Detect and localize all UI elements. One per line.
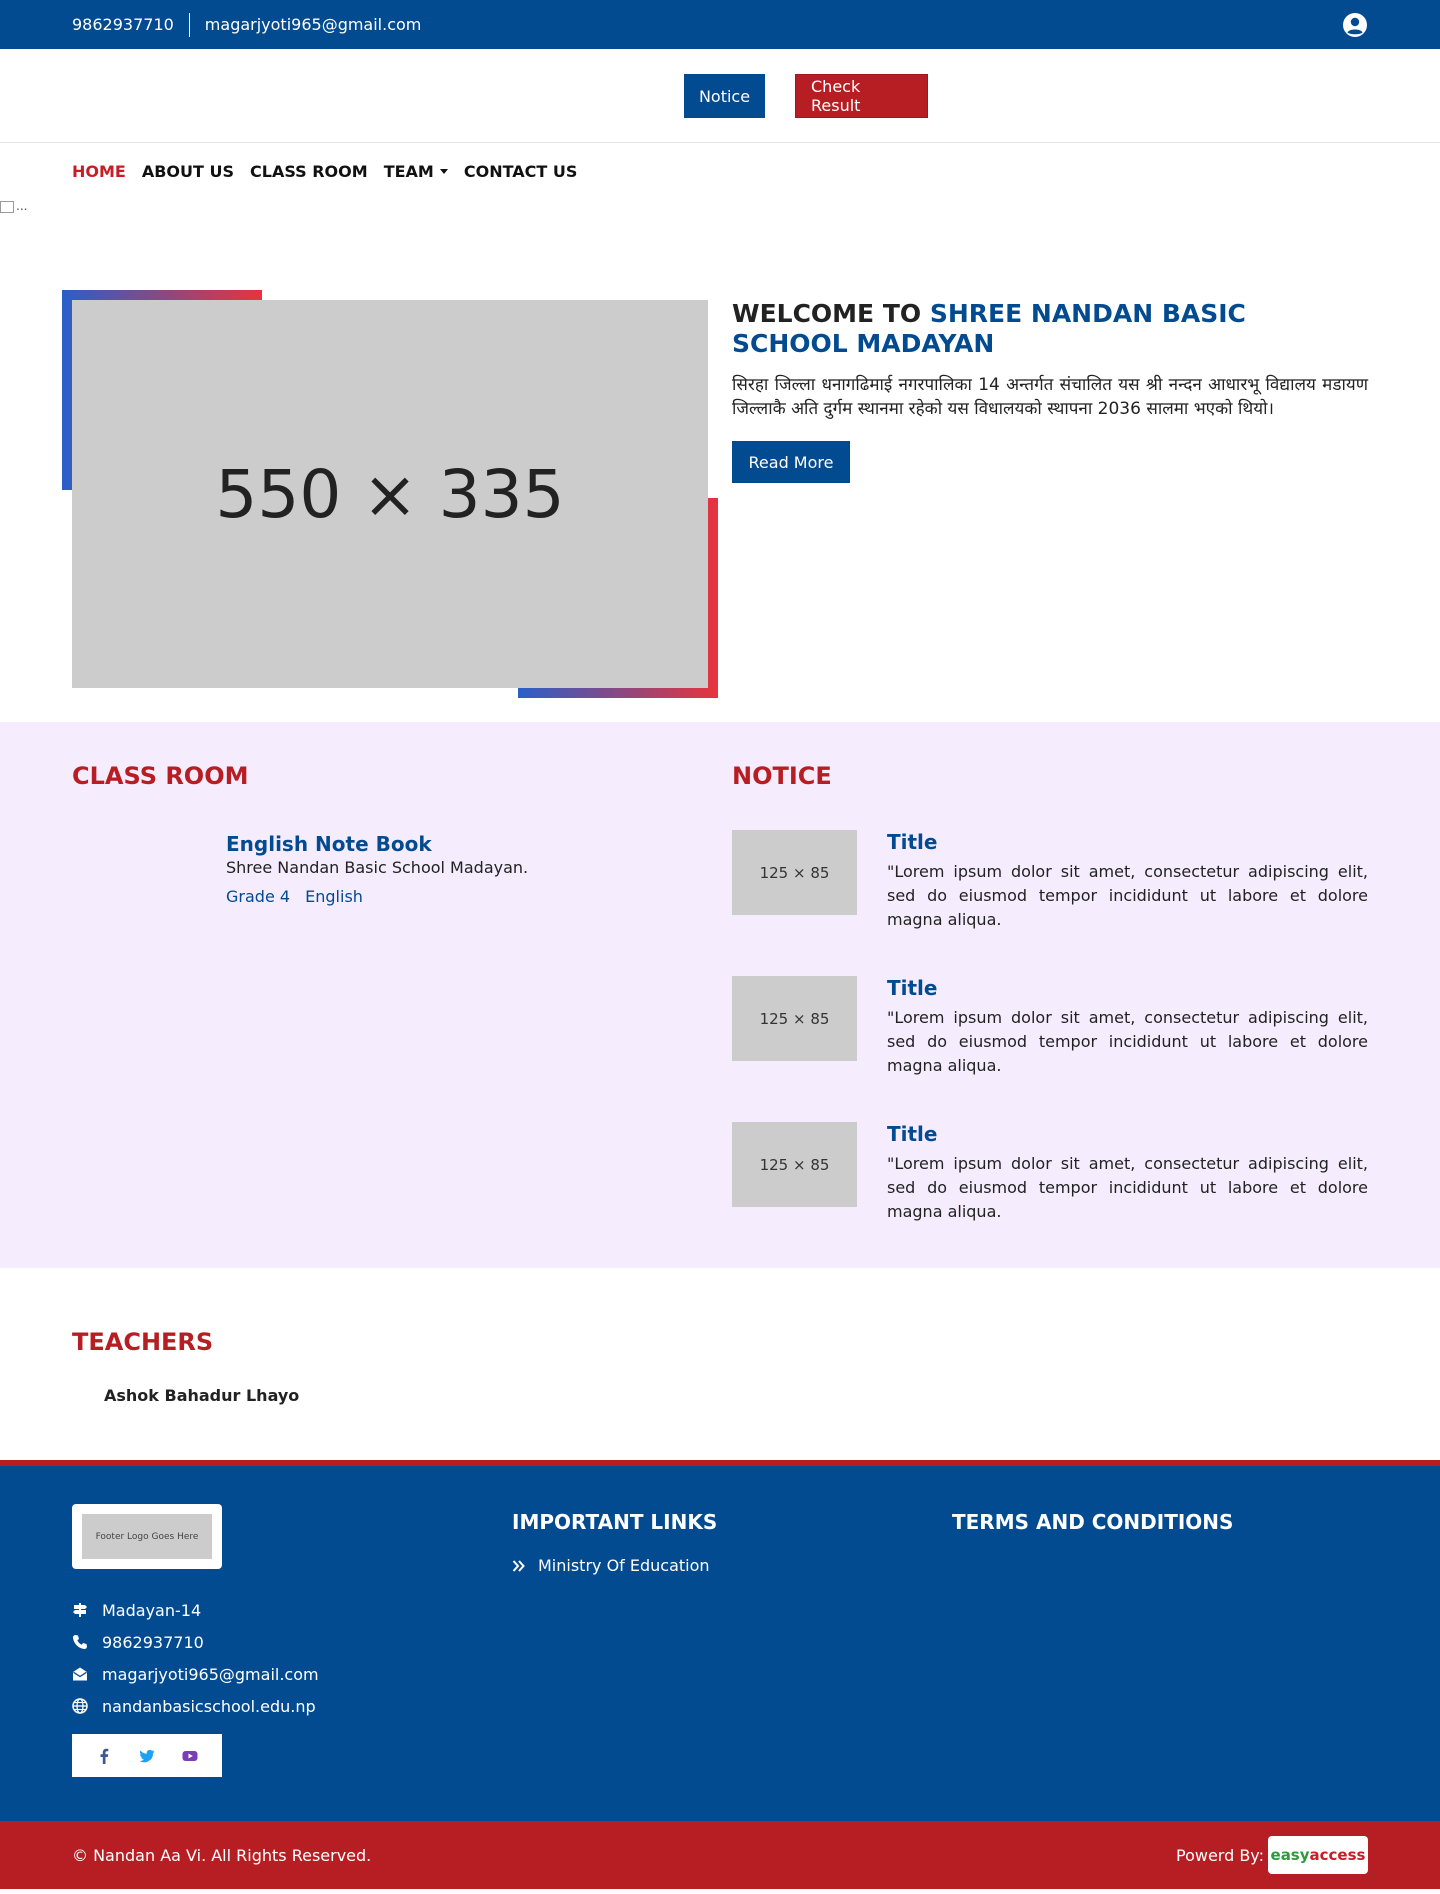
welcome-description: सिरहा जिल्ला धनागढिमाई नगरपालिका 14 अन्त… bbox=[732, 375, 1368, 419]
notice-thumbnail: 125 × 85 bbox=[732, 830, 857, 915]
classroom-subject-tag[interactable]: English bbox=[305, 887, 363, 906]
footer-contacts: Madayan-14 9862937710 magarjyoti965@gmai… bbox=[72, 1594, 319, 1722]
notice-body: Title "Lorem ipsum dolor sit amet, conse… bbox=[887, 830, 1368, 976]
welcome-title-prefix: WELCOME TO bbox=[732, 299, 922, 328]
nav-contact-us[interactable]: CONTACT US bbox=[464, 162, 578, 181]
notice-item-title[interactable]: Title bbox=[887, 830, 1368, 854]
twitter-icon[interactable] bbox=[139, 1748, 155, 1764]
easy-access-logo[interactable]: easy access bbox=[1268, 1836, 1368, 1874]
footer-logo-placeholder: Footer Logo Goes Here bbox=[82, 1514, 212, 1559]
main-nav: HOME ABOUT US CLASS ROOM TEAM CONTACT US bbox=[0, 143, 1440, 199]
copyright: © Nandan Aa Vi. All Rights Reserved. bbox=[72, 1845, 372, 1865]
classroom-grade-tag[interactable]: Grade 4 bbox=[226, 887, 290, 906]
welcome-text: WELCOME TO SHREE NANDAN BASIC SCHOOL MAD… bbox=[732, 299, 1368, 483]
notice-thumbnail: 125 × 85 bbox=[732, 1122, 857, 1207]
footer-phone-row: 9862937710 bbox=[72, 1626, 319, 1658]
notice-body: Title "Lorem ipsum dolor sit amet, conse… bbox=[887, 1122, 1368, 1268]
nav-team[interactable]: TEAM bbox=[384, 162, 448, 181]
phone-icon bbox=[73, 1635, 87, 1649]
read-more-button[interactable]: Read More bbox=[732, 441, 850, 483]
classroom-column: CLASS ROOM English Note Book Shree Nanda… bbox=[72, 762, 708, 906]
classroom-item-tags: Grade 4 English bbox=[226, 887, 708, 906]
important-links-title: IMPORTANT LINKS bbox=[512, 1510, 718, 1534]
brand-part-1: easy bbox=[1270, 1846, 1310, 1864]
classroom-notice-section: CLASS ROOM English Note Book Shree Nanda… bbox=[0, 722, 1440, 1268]
notice-title: NOTICE bbox=[732, 762, 832, 790]
footer-logo[interactable]: Footer Logo Goes Here bbox=[72, 1504, 222, 1569]
important-links-list: Ministry Of Education bbox=[512, 1556, 710, 1575]
footer-email-row: magarjyoti965@gmail.com bbox=[72, 1658, 319, 1690]
brand-part-2: access bbox=[1309, 1846, 1366, 1864]
notice-column: NOTICE 125 × 85 Title "Lorem ipsum dolor… bbox=[732, 762, 1368, 1268]
classroom-item-school: Shree Nandan Basic School Madayan. bbox=[226, 858, 529, 877]
top-bar: 9862937710 magarjyoti965@gmail.com bbox=[0, 0, 1440, 49]
nav-team-label: TEAM bbox=[383, 161, 434, 181]
teachers-title: TEACHERS bbox=[72, 1328, 214, 1356]
user-circle-icon[interactable] bbox=[1342, 12, 1368, 38]
link-ministry-of-education[interactable]: Ministry Of Education bbox=[512, 1556, 710, 1575]
youtube-icon[interactable] bbox=[182, 1748, 198, 1764]
nav-about-us[interactable]: ABOUT US bbox=[142, 162, 234, 181]
notice-body: Title "Lorem ipsum dolor sit amet, conse… bbox=[887, 976, 1368, 1122]
link-label: Ministry Of Education bbox=[538, 1556, 710, 1575]
divider bbox=[188, 12, 190, 37]
classroom-title: CLASS ROOM bbox=[72, 762, 249, 790]
nav-class-room[interactable]: CLASS ROOM bbox=[250, 162, 368, 181]
bottom-bar: © Nandan Aa Vi. All Rights Reserved. Pow… bbox=[0, 1821, 1440, 1889]
powered-by: Powerd By: easy access bbox=[1176, 1836, 1368, 1874]
welcome-image: 550 × 335 bbox=[72, 300, 708, 688]
classroom-item[interactable]: English Note Book Shree Nandan Basic Sch… bbox=[226, 832, 708, 906]
notice-button[interactable]: Notice bbox=[684, 74, 765, 118]
notice-list: 125 × 85 Title "Lorem ipsum dolor sit am… bbox=[732, 830, 1368, 1268]
notice-item-text: "Lorem ipsum dolor sit amet, consectetur… bbox=[887, 1008, 1368, 1075]
welcome-image-frame: 550 × 335 bbox=[62, 290, 718, 698]
classroom-item-name[interactable]: English Note Book bbox=[226, 832, 708, 856]
check-result-button[interactable]: Check Result bbox=[795, 74, 928, 118]
double-chevron-right-icon bbox=[512, 1559, 525, 1572]
footer-address: Madayan-14 bbox=[102, 1600, 202, 1620]
powered-by-label: Powerd By: bbox=[1175, 1845, 1264, 1865]
signpost-icon bbox=[73, 1603, 87, 1617]
footer-address-row: Madayan-14 bbox=[72, 1594, 319, 1626]
teacher-name[interactable]: Ashok Bahadur Lhayo bbox=[104, 1386, 299, 1405]
top-phone[interactable]: 9862937710 bbox=[72, 15, 174, 34]
terms-title[interactable]: TERMS AND CONDITIONS bbox=[952, 1510, 1233, 1534]
top-contact: 9862937710 magarjyoti965@gmail.com bbox=[72, 12, 422, 37]
notice-item[interactable]: 125 × 85 Title "Lorem ipsum dolor sit am… bbox=[732, 1122, 1368, 1268]
notice-item-text: "Lorem ipsum dolor sit amet, consectetur… bbox=[887, 1154, 1368, 1221]
social-links bbox=[72, 1734, 222, 1777]
notice-item[interactable]: 125 × 85 Title "Lorem ipsum dolor sit am… bbox=[732, 830, 1368, 976]
notice-thumbnail: 125 × 85 bbox=[732, 976, 857, 1061]
teachers-section: TEACHERS Ashok Bahadur Lhayo bbox=[0, 1268, 1440, 1460]
envelope-open-icon bbox=[73, 1667, 87, 1681]
footer-website-row: nandanbasicschool.edu.np bbox=[72, 1690, 319, 1722]
chevron-down-icon bbox=[439, 168, 448, 174]
welcome-section: 550 × 335 WELCOME TO SHREE NANDAN BASIC … bbox=[0, 217, 1440, 722]
broken-image-alt: ... bbox=[16, 199, 28, 213]
header-actions: Notice Check Result bbox=[0, 49, 1440, 143]
broken-banner-image: ... bbox=[0, 199, 1440, 217]
footer-email[interactable]: magarjyoti965@gmail.com bbox=[102, 1665, 319, 1684]
footer-website[interactable]: nandanbasicschool.edu.np bbox=[102, 1697, 316, 1716]
facebook-icon[interactable] bbox=[96, 1748, 112, 1764]
welcome-title: WELCOME TO SHREE NANDAN BASIC SCHOOL MAD… bbox=[732, 299, 1368, 359]
footer-phone[interactable]: 9862937710 bbox=[102, 1633, 204, 1652]
top-email[interactable]: magarjyoti965@gmail.com bbox=[205, 15, 422, 34]
notice-item-title[interactable]: Title bbox=[887, 976, 1368, 1000]
footer: Footer Logo Goes Here Madayan-14 9862937… bbox=[0, 1460, 1440, 1821]
notice-item-text: "Lorem ipsum dolor sit amet, consectetur… bbox=[887, 862, 1368, 929]
nav-home[interactable]: HOME bbox=[72, 162, 126, 181]
notice-item-title[interactable]: Title bbox=[887, 1122, 1368, 1146]
broken-image-icon bbox=[0, 200, 14, 213]
notice-item[interactable]: 125 × 85 Title "Lorem ipsum dolor sit am… bbox=[732, 976, 1368, 1122]
globe-icon bbox=[72, 1698, 88, 1714]
